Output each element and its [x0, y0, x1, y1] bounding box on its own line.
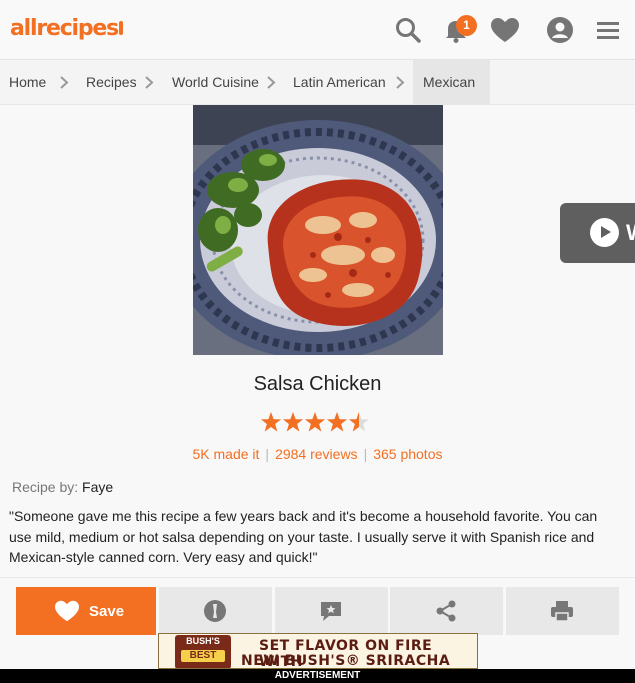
made-it-count[interactable]: 5K made it — [192, 446, 259, 462]
author-link[interactable]: Faye — [82, 479, 113, 495]
print-icon — [551, 601, 573, 622]
video-button[interactable]: W — [560, 203, 635, 263]
reviews-link[interactable]: 2984 reviews — [275, 446, 358, 462]
chevron-right-icon — [396, 76, 405, 89]
share-icon — [436, 600, 456, 622]
menu-icon[interactable] — [595, 16, 621, 44]
recipe-stats: 5K made it | 2984 reviews | 365 photos — [192, 446, 443, 462]
search-icon[interactable] — [394, 16, 422, 44]
review-button[interactable] — [275, 587, 388, 635]
breadcrumb: Home Recipes World Cuisine Latin America… — [0, 60, 635, 105]
recipe-title: Salsa Chicken — [253, 373, 382, 395]
notification-badge: 1 — [456, 15, 477, 36]
play-icon — [590, 218, 619, 247]
breadcrumb-world-cuisine[interactable]: World Cuisine — [172, 60, 259, 105]
star-icon — [283, 412, 303, 432]
star-icon — [305, 412, 325, 432]
advertisement-banner[interactable]: BUSH'S BEST SET FLAVOR ON FIRE WITH NEW … — [158, 633, 478, 669]
recipe-by-label: Recipe by: — [12, 479, 79, 495]
allrecipes-logo[interactable]: allrecipes — [10, 16, 124, 41]
recipe-photo[interactable] — [193, 105, 443, 355]
chevron-right-icon — [60, 76, 69, 89]
share-button[interactable] — [390, 587, 503, 635]
site-header: allrecipes 1 — [0, 0, 635, 60]
heart-icon — [55, 600, 79, 622]
heart-icon[interactable] — [489, 16, 521, 44]
made-it-icon — [204, 600, 226, 622]
chevron-right-icon — [145, 76, 154, 89]
star-icon — [327, 412, 347, 432]
profile-icon[interactable] — [546, 16, 574, 44]
star-icon — [349, 412, 369, 432]
photos-link[interactable]: 365 photos — [373, 446, 442, 462]
advertisement-label: ADVERTISEMENT — [0, 669, 635, 683]
recipe-description: "Someone gave me this recipe a few years… — [9, 508, 598, 565]
chevron-right-icon — [267, 76, 276, 89]
breadcrumb-home[interactable]: Home — [9, 60, 46, 105]
breadcrumb-recipes[interactable]: Recipes — [86, 60, 137, 105]
save-button[interactable]: Save — [16, 587, 156, 635]
star-rating[interactable] — [260, 410, 370, 434]
print-button[interactable] — [506, 587, 619, 635]
save-label: Save — [89, 603, 125, 620]
breadcrumb-mexican[interactable]: Mexican — [413, 60, 490, 105]
review-icon — [321, 602, 341, 621]
recipe-by: Recipe by: Faye — [12, 479, 113, 495]
ad-headline-2: NEW BUSH'S® SRIRACHA BEANS — [241, 653, 451, 669]
bush-beans-can: BUSH'S BEST — [175, 635, 231, 668]
breadcrumb-latin-american[interactable]: Latin American — [293, 60, 386, 105]
star-icon — [261, 412, 281, 432]
made-it-button[interactable] — [159, 587, 272, 635]
